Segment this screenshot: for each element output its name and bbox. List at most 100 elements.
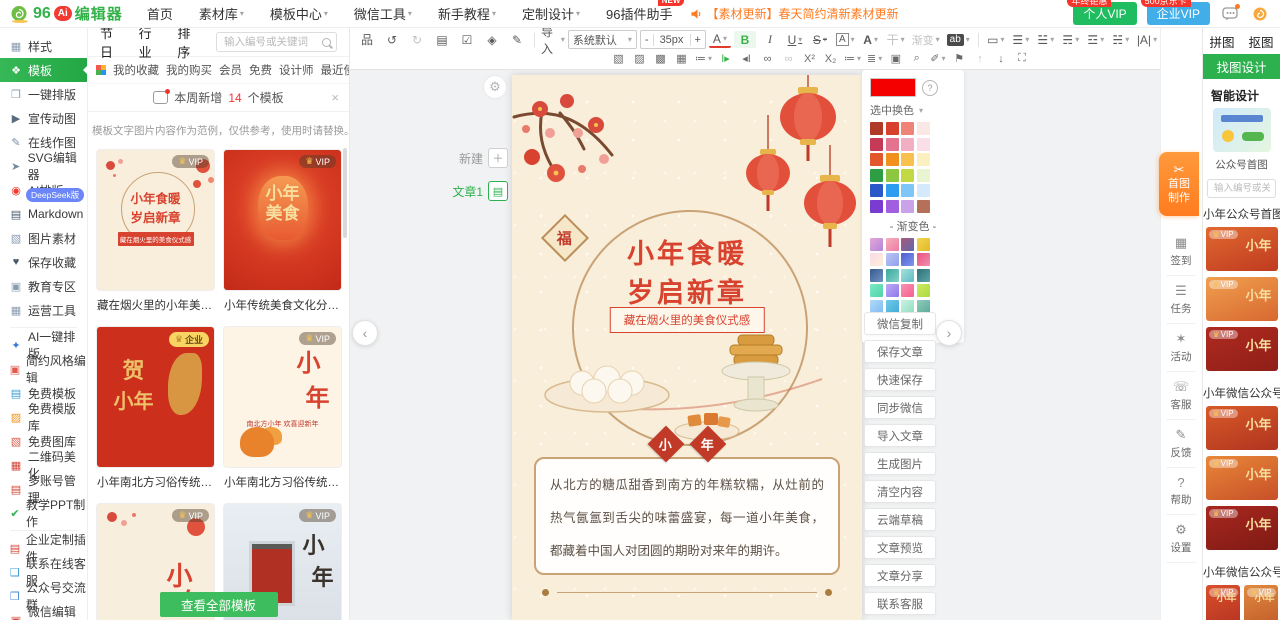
cover-thumbnail[interactable]: ♛VIP小年 (1206, 277, 1278, 321)
color-swatch[interactable] (901, 122, 914, 135)
gradient-swatch[interactable] (870, 253, 883, 266)
find-replace-icon[interactable]: ⌕ (908, 50, 925, 67)
current-color-swatch[interactable] (870, 78, 916, 97)
search-icon[interactable] (322, 38, 331, 47)
rail-item-settings[interactable]: ⚙设置 (1166, 515, 1196, 563)
cover-thumbnail[interactable]: ♛VIP小年 (1206, 327, 1278, 371)
sync-wechat-button[interactable]: 同步微信 (864, 396, 936, 419)
gradient-swatch[interactable] (901, 238, 914, 251)
article-preview-button[interactable]: 文章预览 (864, 536, 936, 559)
gradient-swatch[interactable] (870, 284, 883, 297)
rail-item-events[interactable]: ✶活动 (1166, 324, 1196, 372)
template-search-input[interactable] (222, 35, 318, 49)
list-style-icon[interactable]: ≔▾ (694, 50, 713, 67)
sidebar-item-one-click-layout[interactable]: ❐一键排版 (0, 82, 87, 106)
sidebar-item-teaching-ppt[interactable]: ✔教学PPT制作 (0, 501, 87, 525)
smart-design-sample-card[interactable] (1213, 108, 1271, 152)
rail-item-tasks[interactable]: ☰任务 (1166, 276, 1196, 324)
fullscreen-icon[interactable]: ⛶ (1014, 50, 1031, 67)
nav-home[interactable]: 首页 (147, 4, 173, 23)
template-card[interactable]: ♛VIP 小年食暖 岁启新章 藏在烟火里的美食仪式感 藏在烟火里的小年美食仪..… (96, 149, 215, 313)
save-article-button[interactable]: 保存文章 (864, 340, 936, 363)
gradient-swatch[interactable] (917, 269, 930, 282)
import-button[interactable]: 导入▾ (541, 28, 565, 57)
gradient-swatch[interactable] (886, 238, 899, 251)
template-thumbnail[interactable]: ♛VIP 小年食暖 岁启新章 藏在烟火里的美食仪式感 (96, 149, 215, 291)
rail-item-check-in[interactable]: ▦签到 (1166, 228, 1196, 276)
rail-item-feedback[interactable]: ✎反馈 (1166, 420, 1196, 468)
gradient-swatch[interactable] (917, 253, 930, 266)
change-selected-color-button[interactable]: 选中换色▾ (870, 102, 956, 118)
strikethrough-icon[interactable]: S▾ (809, 31, 831, 48)
color-swatch[interactable] (886, 184, 899, 197)
cloud-draft-button[interactable]: 云端草稿 (864, 508, 936, 531)
superscript-icon[interactable]: X² (801, 50, 818, 67)
template-card[interactable]: ♛VIP 小年 美食 小年传统美食文化分享模板 (223, 149, 342, 313)
color-swatch[interactable] (870, 138, 883, 151)
color-swatch[interactable] (917, 200, 930, 213)
gradient-swatch[interactable] (901, 284, 914, 297)
canvas-next-arrow[interactable]: › (936, 320, 962, 346)
outdent-icon[interactable]: ◂I (738, 50, 755, 67)
highlight-icon[interactable]: ab▾ (945, 31, 972, 48)
italic-icon[interactable]: I (759, 31, 781, 48)
quick-save-button[interactable]: 快速保存 (864, 368, 936, 391)
tab-industry[interactable]: 行业 (139, 28, 154, 61)
link-my-favorites[interactable]: 我的收藏 (113, 62, 159, 78)
color-swatch[interactable] (870, 184, 883, 197)
line-height-icon[interactable]: ☲▾ (1085, 31, 1107, 48)
search-icon[interactable] (1275, 184, 1276, 193)
personal-vip-button[interactable]: 年终钜惠 个人VIP (1073, 2, 1136, 25)
color-swatch[interactable] (917, 122, 930, 135)
link-free[interactable]: 免费 (249, 62, 272, 78)
tab-festival[interactable]: 节日 (100, 28, 115, 61)
gradient-swatch[interactable] (917, 300, 930, 313)
rail-item-help[interactable]: ?帮助 (1166, 468, 1196, 515)
nav-custom-design[interactable]: 定制设计▾ (522, 4, 580, 23)
color-swatch[interactable] (886, 138, 899, 151)
char-border-icon[interactable]: A▾ (834, 31, 857, 48)
vertical-align-icon[interactable]: ☴▾ (1060, 31, 1082, 48)
gradient-swatch[interactable] (901, 253, 914, 266)
subscript-icon[interactable]: X₂ (822, 50, 839, 67)
contact-service-button[interactable]: 联系客服 (864, 592, 936, 615)
color-swatch[interactable] (886, 169, 899, 182)
font-family-select[interactable]: 系统默认▾ (568, 30, 637, 49)
tab-cutout[interactable]: 抠图 (1249, 32, 1274, 51)
color-swatch[interactable] (870, 153, 883, 166)
panel-scrollbar[interactable] (343, 148, 347, 238)
enterprise-vip-button[interactable]: 500京东卡 企业VIP (1147, 2, 1210, 25)
bullet-list-icon[interactable]: ≔▾ (843, 50, 862, 67)
import-article-button[interactable]: 导入文章 (864, 424, 936, 447)
color-swatch[interactable] (917, 153, 930, 166)
sidebar-item-wechat-editor[interactable]: ▣微信编辑器 (0, 608, 87, 620)
undo-icon[interactable]: ↺ (381, 31, 403, 48)
article-share-button[interactable]: 文章分享 (864, 564, 936, 587)
ordered-list-icon[interactable]: ≣▾ (866, 50, 883, 67)
color-swatch[interactable] (917, 138, 930, 151)
nav-material-library[interactable]: 素材库▾ (199, 4, 244, 23)
sidebar-item-free-template-lib[interactable]: ▨免费模版库 (0, 405, 87, 429)
find-image-design-button[interactable]: 找图设计 (1203, 54, 1280, 79)
table-icon[interactable]: ▦ (673, 50, 690, 67)
article-tab-1[interactable]: 文章1▤ (452, 181, 508, 201)
template-thumbnail[interactable]: ♛VIP 小 年 南北方小年 欢喜迎新年 (223, 326, 342, 468)
gradient-swatch[interactable] (870, 238, 883, 251)
color-swatch[interactable] (870, 200, 883, 213)
align-center-icon[interactable]: ☰▾ (1010, 31, 1032, 48)
nav-wechat-tools[interactable]: 微信工具▾ (354, 4, 412, 23)
wechat-copy-button[interactable]: 微信复制 (864, 312, 936, 335)
tab-collage[interactable]: 拼图 (1209, 32, 1234, 51)
cover-thumbnail[interactable]: ♛VIP小年 (1206, 456, 1278, 500)
paste-icon[interactable]: ▣ (887, 50, 904, 67)
canvas-settings-gear-icon[interactable]: ⚙ (484, 76, 506, 98)
color-swatch[interactable] (901, 169, 914, 182)
image-icon[interactable]: ▧ (610, 50, 627, 67)
banner-close-icon[interactable]: × (331, 90, 339, 105)
color-swatch[interactable] (901, 153, 914, 166)
color-swatch[interactable] (901, 138, 914, 151)
sidebar-item-templates[interactable]: ❖模板 (0, 58, 87, 82)
link-my-purchases[interactable]: 我的购买 (166, 62, 212, 78)
clear-content-button[interactable]: 清空内容 (864, 480, 936, 503)
gradient-swatch[interactable] (917, 284, 930, 297)
